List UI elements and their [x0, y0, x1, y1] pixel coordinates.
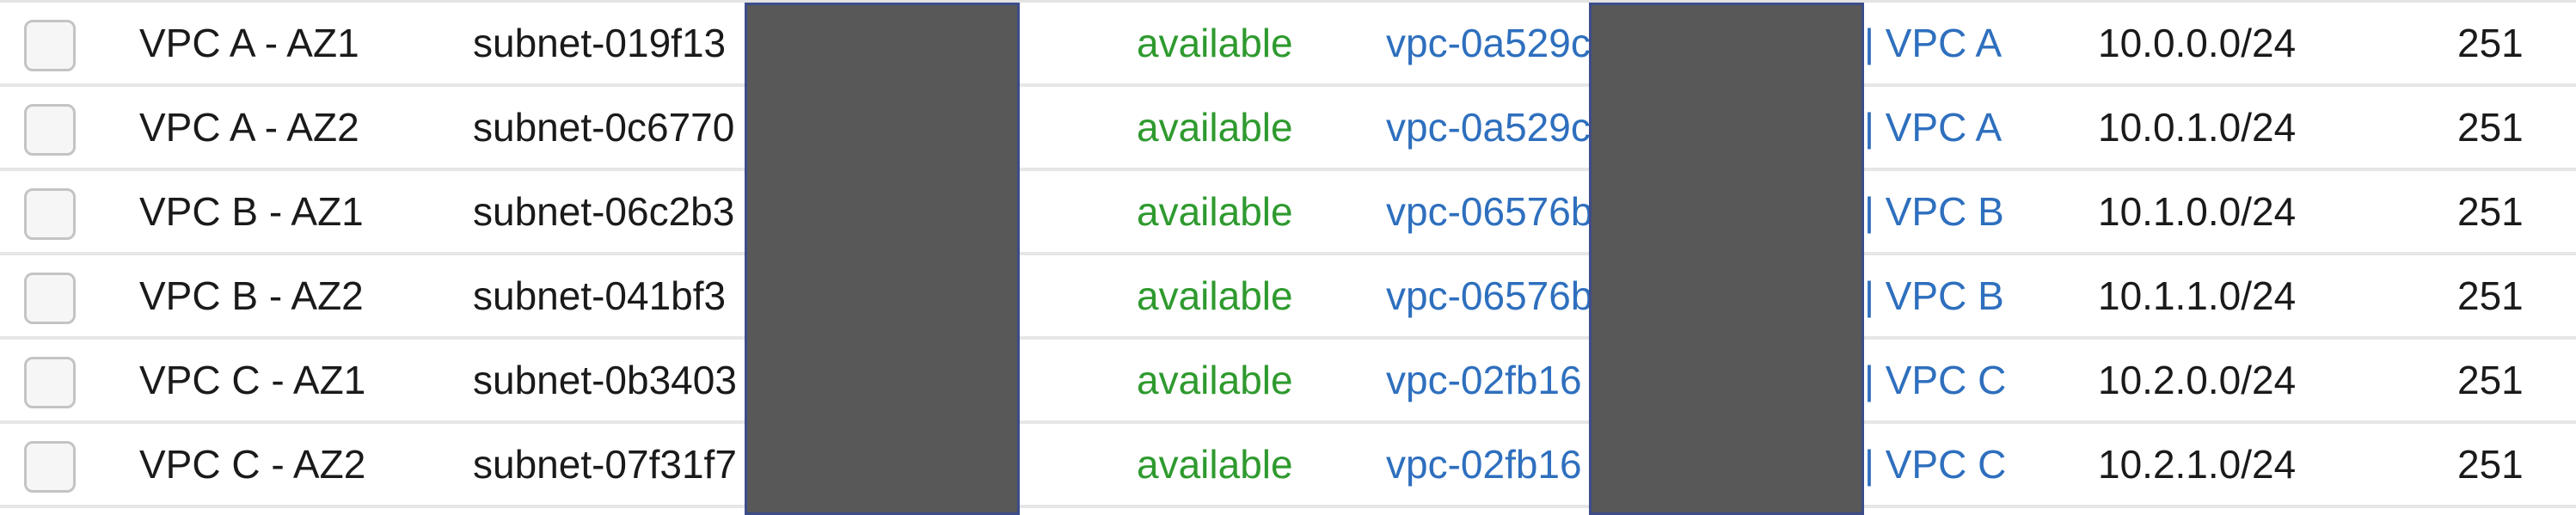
row-select-checkbox[interactable]: [24, 20, 76, 71]
subnet-id: subnet-0c6770: [473, 105, 735, 150]
subnet-state: available: [1137, 273, 1293, 318]
redaction-block: [1589, 3, 1864, 515]
subnet-id: subnet-07f31f7: [473, 442, 737, 487]
ipv4-cidr: 10.1.1.0/24: [2098, 273, 2297, 318]
row-select-checkbox[interactable]: [24, 273, 76, 324]
row-select-checkbox[interactable]: [24, 188, 76, 240]
vpc-id-link[interactable]: vpc-0a529c: [1386, 87, 1601, 168]
available-ip-count: 251: [2457, 21, 2524, 65]
subnets-table: VPC A - AZ1 subnet-019f13 available vpc-…: [0, 0, 2576, 515]
subnet-name: VPC A - AZ2: [139, 105, 359, 150]
subnet-name: VPC B - AZ2: [139, 273, 364, 318]
vpc-id-link[interactable]: vpc-06576b: [1386, 171, 1601, 252]
available-ip-count: 251: [2457, 105, 2524, 150]
subnet-state: available: [1137, 105, 1293, 150]
table-row[interactable]: VPC A - AZ1 subnet-019f13 available vpc-…: [0, 3, 2576, 87]
ipv4-cidr: 10.2.1.0/24: [2098, 442, 2297, 487]
ipv4-cidr: 10.0.1.0/24: [2098, 105, 2297, 150]
table-row[interactable]: VPC B - AZ1 subnet-06c2b3 available vpc-…: [0, 171, 2576, 255]
subnet-name: VPC A - AZ1: [139, 21, 359, 65]
ipv4-cidr: 10.0.0.0/24: [2098, 21, 2297, 65]
table-row[interactable]: VPC A - AZ2 subnet-0c6770 available vpc-…: [0, 87, 2576, 171]
table-row[interactable]: VPC C - AZ2 subnet-07f31f7 available vpc…: [0, 424, 2576, 508]
row-select-checkbox[interactable]: [24, 104, 76, 156]
subnet-state: available: [1137, 442, 1293, 487]
subnet-id: subnet-0b3403: [473, 358, 737, 402]
available-ip-count: 251: [2457, 273, 2524, 318]
subnet-name: VPC C - AZ2: [139, 442, 366, 487]
subnet-id: subnet-041bf3: [473, 273, 727, 318]
row-select-checkbox[interactable]: [24, 357, 76, 408]
subnet-state: available: [1137, 189, 1293, 234]
vpc-name-link[interactable]: | VPC C: [1864, 424, 2006, 505]
ipv4-cidr: 10.1.0.0/24: [2098, 189, 2297, 234]
subnet-name: VPC B - AZ1: [139, 189, 364, 234]
vpc-id-link[interactable]: vpc-0a529c: [1386, 3, 1601, 83]
table-row[interactable]: VPC B - AZ2 subnet-041bf3 available vpc-…: [0, 255, 2576, 340]
subnet-name: VPC C - AZ1: [139, 358, 366, 402]
available-ip-count: 251: [2457, 358, 2524, 402]
redaction-block: [745, 3, 1020, 515]
available-ip-count: 251: [2457, 189, 2524, 234]
table-row[interactable]: VPC C - AZ1 subnet-0b3403 available vpc-…: [0, 340, 2576, 424]
vpc-id-link[interactable]: vpc-02fb16: [1386, 340, 1601, 420]
vpc-name-link[interactable]: | VPC B: [1864, 255, 2004, 336]
available-ip-count: 251: [2457, 442, 2524, 487]
row-select-checkbox[interactable]: [24, 441, 76, 493]
subnet-state: available: [1137, 358, 1293, 402]
vpc-name-link[interactable]: | VPC C: [1864, 340, 2006, 420]
vpc-id-link[interactable]: vpc-02fb16: [1386, 424, 1601, 505]
vpc-name-link[interactable]: | VPC A: [1864, 3, 2002, 83]
subnet-state: available: [1137, 21, 1293, 65]
subnet-id: subnet-06c2b3: [473, 189, 735, 234]
vpc-id-link[interactable]: vpc-06576b: [1386, 255, 1601, 336]
subnet-id: subnet-019f13: [473, 21, 727, 65]
vpc-name-link[interactable]: | VPC A: [1864, 87, 2002, 168]
vpc-name-link[interactable]: | VPC B: [1864, 171, 2004, 252]
ipv4-cidr: 10.2.0.0/24: [2098, 358, 2297, 402]
